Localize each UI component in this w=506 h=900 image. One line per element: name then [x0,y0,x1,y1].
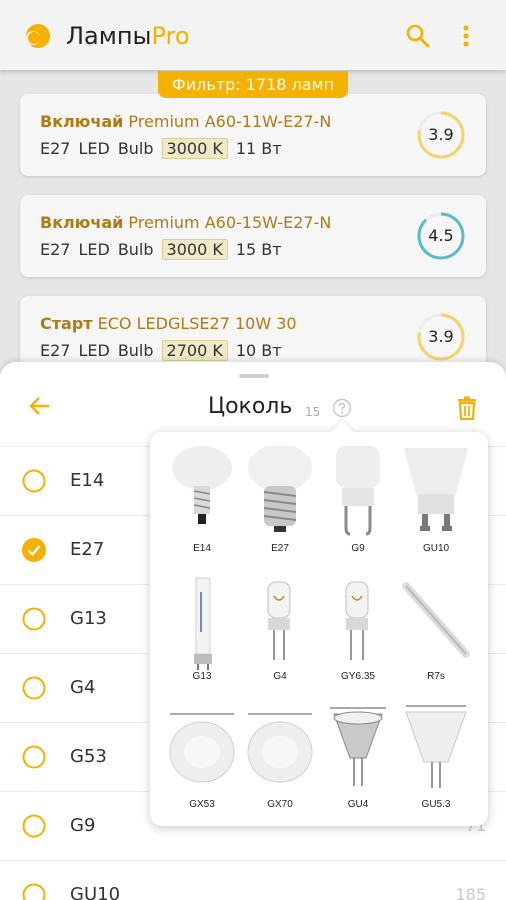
radio-unchecked-icon[interactable] [22,814,46,838]
gx53-disc-icon [169,713,235,783]
app-title: ЛампыPro [66,22,190,50]
base-option-gu10[interactable]: GU10 185 [0,860,506,900]
product-card[interactable]: Включай Premium A60-11W-E27-N E27 LED Bulb… [20,94,486,176]
product-title: Включай Premium A60-11W-E27-N [40,112,332,131]
r7s-linear-lamp-icon [402,582,470,658]
sheet-count: 15 [305,405,321,419]
help-icon[interactable] [332,398,352,418]
product-card[interactable]: Включай Premium A60-15W-E27-N E27 LED Bulb… [20,195,486,277]
base-illustration-gu10: GU10 [400,446,472,572]
base-types-help-popover: E14 E27 G9 GU10 G13 G4 GY6.35 R7s GX53 G… [150,420,488,828]
gu10-bulb-icon [404,448,468,531]
sheet-title: Цоколь [208,394,293,419]
gu53-reflector-icon [405,705,467,788]
lamp-logo-icon [26,24,50,48]
checkbox-checked-icon[interactable] [22,538,46,562]
gu4-reflector-icon [330,707,386,786]
g4-capsule-icon [267,581,291,660]
base-illustration-r7s: R7s [400,574,472,700]
base-illustration-g4: G4 [244,574,316,700]
color-temperature-badge: 3000 K [161,138,228,159]
radio-unchecked-icon[interactable] [22,883,46,900]
product-specs: E27 LED Bulb 2700 K 10 Вт [40,340,282,361]
gx70-disc-icon [247,713,313,783]
product-title: Включай Premium A60-15W-E27-N [40,213,332,232]
product-specs: E27 LED Bulb 3000 K 15 Вт [40,239,282,260]
rating-ring: 3.9 [416,110,466,160]
base-illustration-gu53: GU5.3 [400,702,472,828]
trash-icon[interactable] [456,396,478,420]
base-illustration-e27: E27 [244,446,316,572]
base-illustration-gy635: GY6.35 [322,574,394,700]
g13-tube-icon [194,577,212,670]
base-illustration-gx70: GX70 [244,702,316,828]
app-bar: ЛампыPro [0,0,506,70]
rating-ring: 3.9 [416,312,466,362]
filter-count-badge[interactable]: Фильтр: 1718 ламп [158,71,348,98]
rating-ring: 4.5 [416,211,466,261]
sheet-drag-handle[interactable] [239,374,269,378]
radio-unchecked-icon[interactable] [22,607,46,631]
radio-unchecked-icon[interactable] [22,745,46,769]
e27-bulb-icon [248,446,312,532]
product-specs: E27 LED Bulb 3000 K 11 Вт [40,138,282,159]
base-illustration-gx53: GX53 [166,702,238,828]
base-illustration-g9: G9 [322,446,394,572]
gy635-capsule-icon [345,581,369,660]
radio-unchecked-icon[interactable] [22,676,46,700]
g9-bulb-icon [336,446,380,536]
back-arrow-icon[interactable] [28,394,52,418]
more-menu-icon[interactable] [454,22,478,50]
radio-unchecked-icon[interactable] [22,469,46,493]
color-temperature-badge: 3000 K [161,239,228,260]
e14-bulb-icon [172,446,232,524]
base-illustration-e14: E14 [166,446,238,572]
base-illustration-g13: G13 [166,574,238,700]
color-temperature-badge: 2700 K [161,340,228,361]
search-icon[interactable] [404,22,432,50]
base-illustration-gu4: GU4 [322,702,394,828]
product-title: Старт ECO LEDGLSE27 10W 30 [40,314,297,333]
